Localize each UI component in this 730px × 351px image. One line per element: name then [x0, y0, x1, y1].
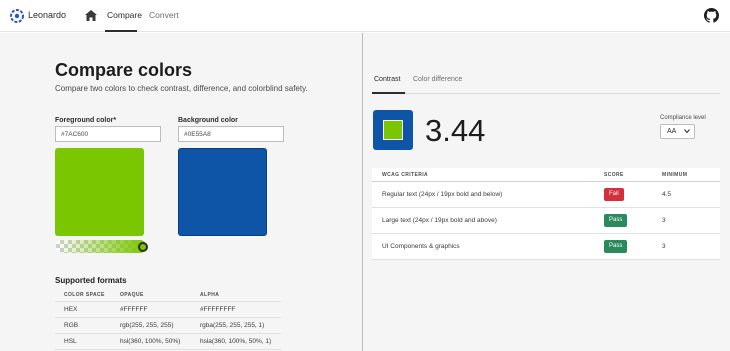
wcag-criteria: UI Components & graphics: [382, 243, 460, 250]
home-icon[interactable]: [85, 10, 97, 21]
alpha-slider-handle[interactable]: [138, 242, 148, 252]
format-space: HEX: [64, 306, 78, 313]
score-badge: Fail: [604, 188, 624, 201]
wcag-table-header: WCAG CRITERIA SCORE MINIMUM: [372, 168, 720, 182]
table-row: Regular text (24px / 19px bold and below…: [372, 182, 720, 208]
tab-contrast[interactable]: Contrast: [374, 76, 400, 83]
header-color-space: COLOR SPACE: [64, 292, 105, 298]
table-row: Large text (24px / 19px bold and above) …: [372, 208, 720, 234]
chevron-down-icon: [684, 129, 690, 134]
app-brand[interactable]: Leonardo: [28, 10, 66, 20]
format-space: RGB: [64, 322, 79, 329]
score-badge: Pass: [604, 240, 628, 253]
background-color-swatch[interactable]: [178, 148, 267, 236]
nav-convert[interactable]: Convert: [149, 10, 179, 20]
table-row: RGB rgb(255, 255, 255) rgba(255, 255, 25…: [55, 318, 281, 334]
leonardo-logo-icon[interactable]: [10, 9, 24, 23]
wcag-table: WCAG CRITERIA SCORE MINIMUM Regular text…: [372, 168, 720, 260]
wcag-minimum: 4.5: [662, 191, 672, 198]
top-nav-bar: Leonardo Compare Convert: [0, 0, 730, 32]
background-color-input[interactable]: [178, 126, 284, 142]
foreground-color-swatch[interactable]: [55, 148, 144, 236]
wcag-criteria: Regular text (24px / 19px bold and below…: [382, 191, 503, 198]
header-minimum: MINIMUM: [662, 172, 688, 178]
compliance-level-label: Compliance level: [660, 115, 706, 121]
alpha-slider-track[interactable]: [56, 240, 146, 253]
format-alpha: #FFFFFFFF: [200, 306, 236, 313]
header-opaque: OPAQUE: [120, 292, 144, 298]
contrast-ratio: 3.44: [425, 113, 486, 148]
supported-formats-title: Supported formats: [55, 276, 127, 285]
table-row: HSL hsl(360, 100%, 50%) hsla(360, 100%, …: [55, 334, 281, 350]
header-alpha: ALPHA: [200, 292, 220, 298]
wcag-minimum: 3: [662, 217, 666, 224]
page-subtitle: Compare two colors to check contrast, di…: [55, 84, 308, 93]
background-color-label: Background color: [178, 117, 238, 124]
contrast-preview-foreground: [383, 120, 403, 140]
format-alpha: rgba(255, 255, 255, 1): [200, 322, 265, 329]
format-opaque: hsl(360, 100%, 50%): [120, 338, 181, 345]
format-opaque: rgb(255, 255, 255): [120, 322, 174, 329]
formats-table: COLOR SPACE OPAQUE ALPHA HEX #FFFFFF #FF…: [55, 288, 281, 350]
header-score: SCORE: [604, 172, 624, 178]
page-title: Compare colors: [55, 60, 193, 80]
format-space: HSL: [64, 338, 77, 345]
score-badge: Pass: [604, 214, 628, 227]
wcag-criteria: Large text (24px / 19px bold and above): [382, 217, 497, 224]
tab-bar-rule: [372, 93, 720, 94]
github-icon[interactable]: [704, 8, 719, 23]
tab-color-difference[interactable]: Color difference: [413, 76, 462, 83]
formats-table-header: COLOR SPACE OPAQUE ALPHA: [55, 288, 281, 302]
header-wcag-criteria: WCAG CRITERIA: [382, 172, 429, 178]
wcag-minimum: 3: [662, 243, 666, 250]
nav-active-indicator: [105, 30, 137, 32]
foreground-color-label: Foreground color*: [55, 117, 117, 124]
table-row: UI Components & graphics Pass 3: [372, 234, 720, 260]
compliance-level-value: AA: [667, 128, 677, 135]
table-row: HEX #FFFFFF #FFFFFFFF: [55, 302, 281, 318]
foreground-color-input[interactable]: [55, 126, 161, 142]
tab-active-indicator: [372, 92, 405, 94]
nav-compare[interactable]: Compare: [107, 10, 142, 20]
format-alpha: hsla(360, 100%, 50%, 1): [200, 338, 272, 345]
format-opaque: #FFFFFF: [120, 306, 148, 313]
compliance-level-select[interactable]: AA: [660, 124, 695, 139]
